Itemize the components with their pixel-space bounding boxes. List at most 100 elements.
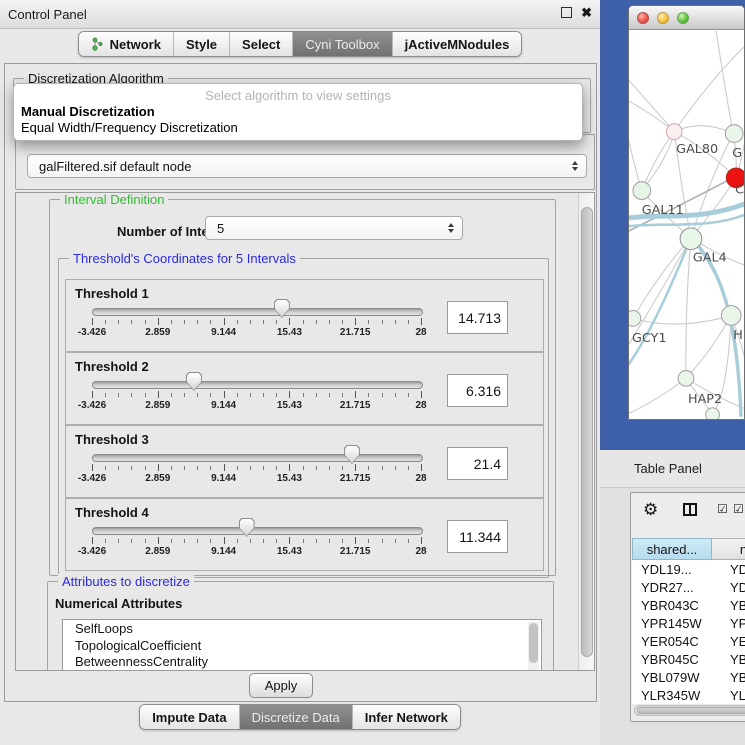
slider-track[interactable] <box>92 527 423 535</box>
minimize-traffic-light-icon[interactable] <box>657 12 669 24</box>
tick-mark <box>224 391 225 398</box>
tick-mark <box>342 393 343 397</box>
network-view-window[interactable]: GAL80 GAL11 GAL4 GCY1 HAP2 G C H <box>628 5 745 420</box>
tab-discretize-data[interactable]: Discretize Data <box>239 705 352 729</box>
threshold-2-slider[interactable]: -3.4262.8599.14415.4321.71528 <box>92 353 421 424</box>
number-of-intervals-combobox[interactable]: 5 <box>205 216 463 240</box>
list-scrollbar[interactable] <box>528 622 539 671</box>
slider-track[interactable] <box>92 381 423 389</box>
column-header-name[interactable]: n <box>712 538 745 560</box>
close-icon[interactable]: ✖ <box>581 7 592 18</box>
threshold-value-field[interactable]: 11.344 <box>447 520 508 553</box>
zoom-traffic-light-icon[interactable] <box>677 12 689 24</box>
slider-thumb[interactable] <box>239 518 255 537</box>
threshold-value-field[interactable]: 6.316 <box>447 374 508 407</box>
tick-mark <box>421 318 422 325</box>
tick-mark <box>210 539 211 543</box>
tab-style[interactable]: Style <box>173 32 229 56</box>
gear-icon[interactable]: ⚙ <box>643 500 658 520</box>
node-partial-bottom[interactable] <box>706 408 720 420</box>
tick-mark <box>224 537 225 544</box>
slider-ticks <box>92 318 421 326</box>
slider-thumb[interactable] <box>186 372 202 391</box>
node-partial-top-right[interactable] <box>725 125 743 143</box>
threshold-3-slider[interactable]: -3.4262.8599.14415.4321.71528 <box>92 426 421 497</box>
tick-mark <box>316 393 317 397</box>
list-scrollbar-thumb[interactable] <box>529 623 538 663</box>
threshold-value-field[interactable]: 14.713 <box>447 301 508 334</box>
node-right[interactable] <box>721 306 741 326</box>
tick-label: 28 <box>415 327 426 338</box>
table-horizontal-scrollbar-thumb[interactable] <box>637 707 745 714</box>
slider-ticks <box>92 391 421 399</box>
attribute-list-item[interactable]: TopologicalCoefficient <box>63 637 541 654</box>
dropdown-option-equal-width[interactable]: Equal Width/Frequency Discretization <box>21 120 238 135</box>
tick-mark <box>131 393 132 397</box>
slider-tick-labels: -3.4262.8599.14415.4321.71528 <box>92 546 421 558</box>
tick-mark <box>395 539 396 543</box>
slider-track[interactable] <box>92 308 423 316</box>
checkbox-icon[interactable]: ☑ <box>733 502 744 516</box>
dropdown-option-manual[interactable]: Manual Discretization <box>21 104 155 119</box>
float-window-icon[interactable] <box>561 7 572 18</box>
slider-tick-labels: -3.4262.8599.14415.4321.71528 <box>92 327 421 339</box>
tab-select[interactable]: Select <box>229 32 292 56</box>
table-row[interactable]: YER054CYER0 <box>632 632 745 650</box>
attribute-list-item[interactable]: BetweennessCentrality <box>63 653 541 670</box>
tick-mark <box>171 539 172 543</box>
tab-cyni-toolbox[interactable]: Cyni Toolbox <box>292 32 391 56</box>
tick-mark <box>368 466 369 470</box>
node-gal80[interactable] <box>666 124 682 140</box>
table-row[interactable]: YDR27...YDR2 <box>632 578 745 596</box>
columns-icon[interactable] <box>683 503 697 516</box>
numerical-attributes-list[interactable]: SelfLoopsTopologicalCoefficientBetweenne… <box>62 619 542 671</box>
table-horizontal-scrollbar[interactable] <box>634 705 745 716</box>
attribute-list-item[interactable]: SelfLoops <box>63 620 541 637</box>
tab-network[interactable]: Network <box>79 32 173 56</box>
node-hap2[interactable] <box>678 370 694 386</box>
tick-mark <box>382 466 383 470</box>
apply-button[interactable]: Apply <box>249 673 313 698</box>
attributes-group: Attributes to discretize Numerical Attri… <box>47 581 554 671</box>
tick-mark <box>171 466 172 470</box>
tab-jactivemnodules[interactable]: jActiveMNodules <box>392 32 522 56</box>
table-data-combobox[interactable]: galFiltered.sif default node <box>27 154 587 178</box>
network-window-titlebar[interactable] <box>629 6 744 30</box>
desktop-background: GAL80 GAL11 GAL4 GCY1 HAP2 G C H Table P… <box>600 0 745 745</box>
close-traffic-light-icon[interactable] <box>637 12 649 24</box>
tick-mark <box>382 320 383 324</box>
tab-impute-data[interactable]: Impute Data <box>140 705 238 729</box>
table-row[interactable]: YDL19...YDL1 <box>632 560 745 578</box>
column-header-shared[interactable]: shared... <box>632 538 712 560</box>
checkbox-icon[interactable]: ☑ <box>717 502 728 516</box>
slider-tick-labels: -3.4262.8599.14415.4321.71528 <box>92 473 421 485</box>
table-panel-body: ⚙ ☑ ☑ shared... n YDL19...YDL1YDR27...YD… <box>600 488 745 745</box>
threshold-value-field[interactable]: 21.4 <box>447 447 508 480</box>
tick-mark <box>316 320 317 324</box>
cyni-toolbox-panel: Discretization Algorithm Select algorith… <box>4 63 597 702</box>
table-row[interactable]: YPR145WYPR1 <box>632 614 745 632</box>
table-row[interactable]: YBR045CYBR0 <box>632 650 745 668</box>
threshold-4-slider[interactable]: -3.4262.8599.14415.4321.71528 <box>92 499 421 570</box>
node-gcy1[interactable] <box>629 311 641 327</box>
settings-scrollbar-thumb[interactable] <box>581 207 593 657</box>
slider-track[interactable] <box>92 454 423 462</box>
settings-scrollbar[interactable] <box>578 193 594 670</box>
tick-label: -3.426 <box>78 400 106 411</box>
tick-mark <box>289 318 290 325</box>
table-row[interactable]: YLR345WYLR3 <box>632 686 745 704</box>
tab-infer-network[interactable]: Infer Network <box>352 705 460 729</box>
tick-mark <box>171 320 172 324</box>
table-row[interactable]: YBR043CYBR0 <box>632 596 745 614</box>
node-gal4[interactable] <box>680 228 702 250</box>
node-gal11[interactable] <box>633 182 651 200</box>
threshold-1-slider[interactable]: -3.4262.8599.14415.4321.71528 <box>92 280 421 351</box>
node-label-gal80: GAL80 <box>676 142 718 157</box>
tick-mark <box>105 393 106 397</box>
network-canvas[interactable]: GAL80 GAL11 GAL4 GCY1 HAP2 G C H <box>629 29 744 420</box>
slider-thumb[interactable] <box>274 299 290 318</box>
tick-mark <box>408 539 409 543</box>
slider-thumb[interactable] <box>344 445 360 464</box>
table-row[interactable]: YBL079WYBL0 <box>632 668 745 686</box>
network-nodes[interactable] <box>629 124 744 420</box>
